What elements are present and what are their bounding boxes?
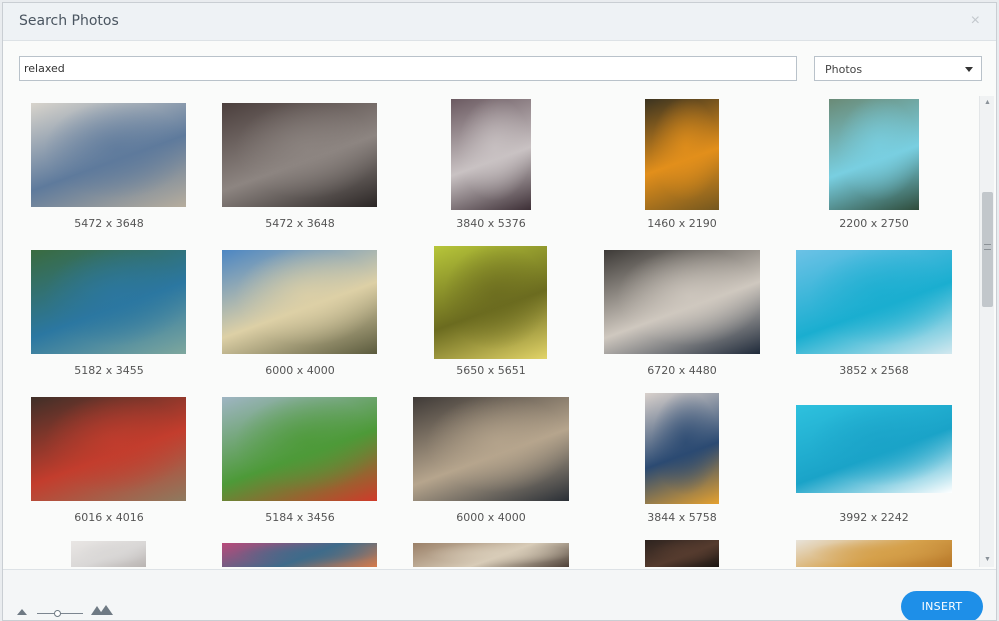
photo-thumbnail-hands-holding-tea[interactable] [645,393,719,504]
insert-button[interactable]: INSERT [901,591,983,620]
photo-thumbnail-man-on-bench-sunset[interactable] [222,250,377,354]
search-photos-dialog: Search Photos × Photos 5472 x 36485472 x… [2,2,997,621]
photo-thumbnail-floating-turquoise-sea[interactable] [796,250,952,354]
scroll-up-icon[interactable]: ▲ [980,96,995,110]
grip-icon [984,244,991,250]
photo-thumbnail-colorful-hammock-partial[interactable] [222,543,377,567]
slider-handle[interactable] [54,610,61,617]
photo-dimensions-label: 3992 x 2242 [839,511,909,524]
scroll-down-icon[interactable]: ▼ [980,553,995,567]
photo-dimensions-label: 5650 x 5651 [456,364,526,377]
vertical-scrollbar[interactable]: ▲ ▼ [979,96,994,567]
photo-dimensions-label: 6000 x 4000 [456,511,526,524]
photo-dimensions-label: 6016 x 4016 [74,511,144,524]
photo-thumbnail-person-holding-mug[interactable] [451,99,531,210]
photo-thumbnail-interior-plant-partial[interactable] [413,543,569,567]
photo-thumbnail-person-in-hammock[interactable] [829,99,919,210]
large-mountain-icon[interactable] [91,605,113,616]
photo-thumbnail-woman-orange-shirt[interactable] [645,99,719,210]
photo-grid: 5472 x 3648 5472 x 3648 3840 x 5376 1460 x … [3,3,996,620]
dialog-footer [3,569,996,620]
photo-thumbnail-dark-portrait-partial[interactable] [645,540,719,567]
photo-dimensions-label: 5184 x 3456 [265,511,335,524]
photo-thumbnail-coffee-letterboard-tray[interactable] [413,397,569,501]
photo-dimensions-label: 1460 x 2190 [647,217,717,230]
photo-dimensions-label: 3840 x 5376 [456,217,526,230]
photo-thumbnail-person-blue-hat-meadow[interactable] [222,397,377,501]
photo-dimensions-label: 2200 x 2750 [839,217,909,230]
photo-thumbnail-coffee-cup-flowers[interactable] [31,103,186,207]
photo-dimensions-label: 3852 x 2568 [839,364,909,377]
photo-thumbnail-autumn-tree-partial[interactable] [796,540,952,567]
photo-dimensions-label: 6000 x 4000 [265,364,335,377]
photo-thumbnail-light-room-partial[interactable] [71,541,146,567]
photo-thumbnail-reading-with-mug[interactable] [604,250,760,354]
photo-thumbnail-woman-by-window[interactable] [31,397,186,501]
thumbnail-size-slider[interactable] [17,605,117,619]
small-mountain-icon[interactable] [17,609,27,615]
photo-dimensions-label: 6720 x 4480 [647,364,717,377]
photo-thumbnail-infinity-pool-forest[interactable] [31,250,186,354]
photo-dimensions-label: 5182 x 3455 [74,364,144,377]
scrollbar-thumb[interactable] [982,192,993,307]
photo-dimensions-label: 3844 x 5758 [647,511,717,524]
photo-dimensions-label: 5472 x 3648 [74,217,144,230]
photo-thumbnail-large-tree-field[interactable] [434,246,547,359]
photo-thumbnail-boat-aerial-turquoise[interactable] [796,405,952,493]
photo-dimensions-label: 5472 x 3648 [265,217,335,230]
photo-thumbnail-woman-floating-water[interactable] [222,103,377,207]
